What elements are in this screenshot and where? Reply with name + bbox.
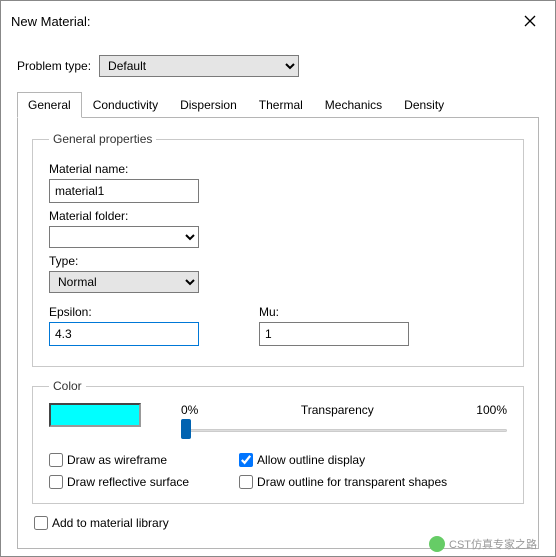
slider-thumb[interactable] [181,419,191,439]
tab-thermal[interactable]: Thermal [248,92,314,118]
problem-type-select[interactable]: Default [99,55,299,77]
epsilon-input[interactable] [49,322,199,346]
window-title: New Material: [11,14,90,29]
tabs: General Conductivity Dispersion Thermal … [17,91,539,118]
material-name-label: Material name: [49,162,507,176]
color-swatch[interactable] [49,403,141,427]
outline-transparent-checkbox[interactable]: Draw outline for transparent shapes [239,475,447,489]
transparency-label: Transparency [301,403,374,417]
type-label: Type: [49,254,507,268]
mu-input[interactable] [259,322,409,346]
tab-mechanics[interactable]: Mechanics [314,92,393,118]
tab-dispersion[interactable]: Dispersion [169,92,248,118]
close-button[interactable] [515,9,545,33]
material-folder-label: Material folder: [49,209,507,223]
reflective-checkbox[interactable]: Draw reflective surface [49,475,189,489]
wechat-icon [429,536,445,552]
tab-general[interactable]: General [17,92,82,118]
transparency-100: 100% [476,403,507,417]
mu-label: Mu: [259,305,409,319]
epsilon-label: Epsilon: [49,305,199,319]
color-legend: Color [49,379,86,393]
tab-conductivity[interactable]: Conductivity [82,92,169,118]
material-folder-select[interactable] [49,226,199,248]
transparency-slider[interactable] [181,419,507,439]
color-group: Color 0% Transparency 100% [32,379,524,504]
general-properties-legend: General properties [49,132,156,146]
watermark: CST仿真专家之路 [429,536,537,552]
add-to-library-checkbox[interactable]: Add to material library [34,516,522,530]
transparency-0: 0% [181,403,198,417]
type-select[interactable]: Normal [49,271,199,293]
slider-track [181,429,507,432]
general-properties-group: General properties Material name: Materi… [32,132,524,367]
tab-density[interactable]: Density [393,92,455,118]
wireframe-checkbox[interactable]: Draw as wireframe [49,453,189,467]
problem-type-label: Problem type: [17,59,91,73]
material-name-input[interactable] [49,179,199,203]
outline-checkbox[interactable]: Allow outline display [239,453,447,467]
close-icon [524,15,536,27]
